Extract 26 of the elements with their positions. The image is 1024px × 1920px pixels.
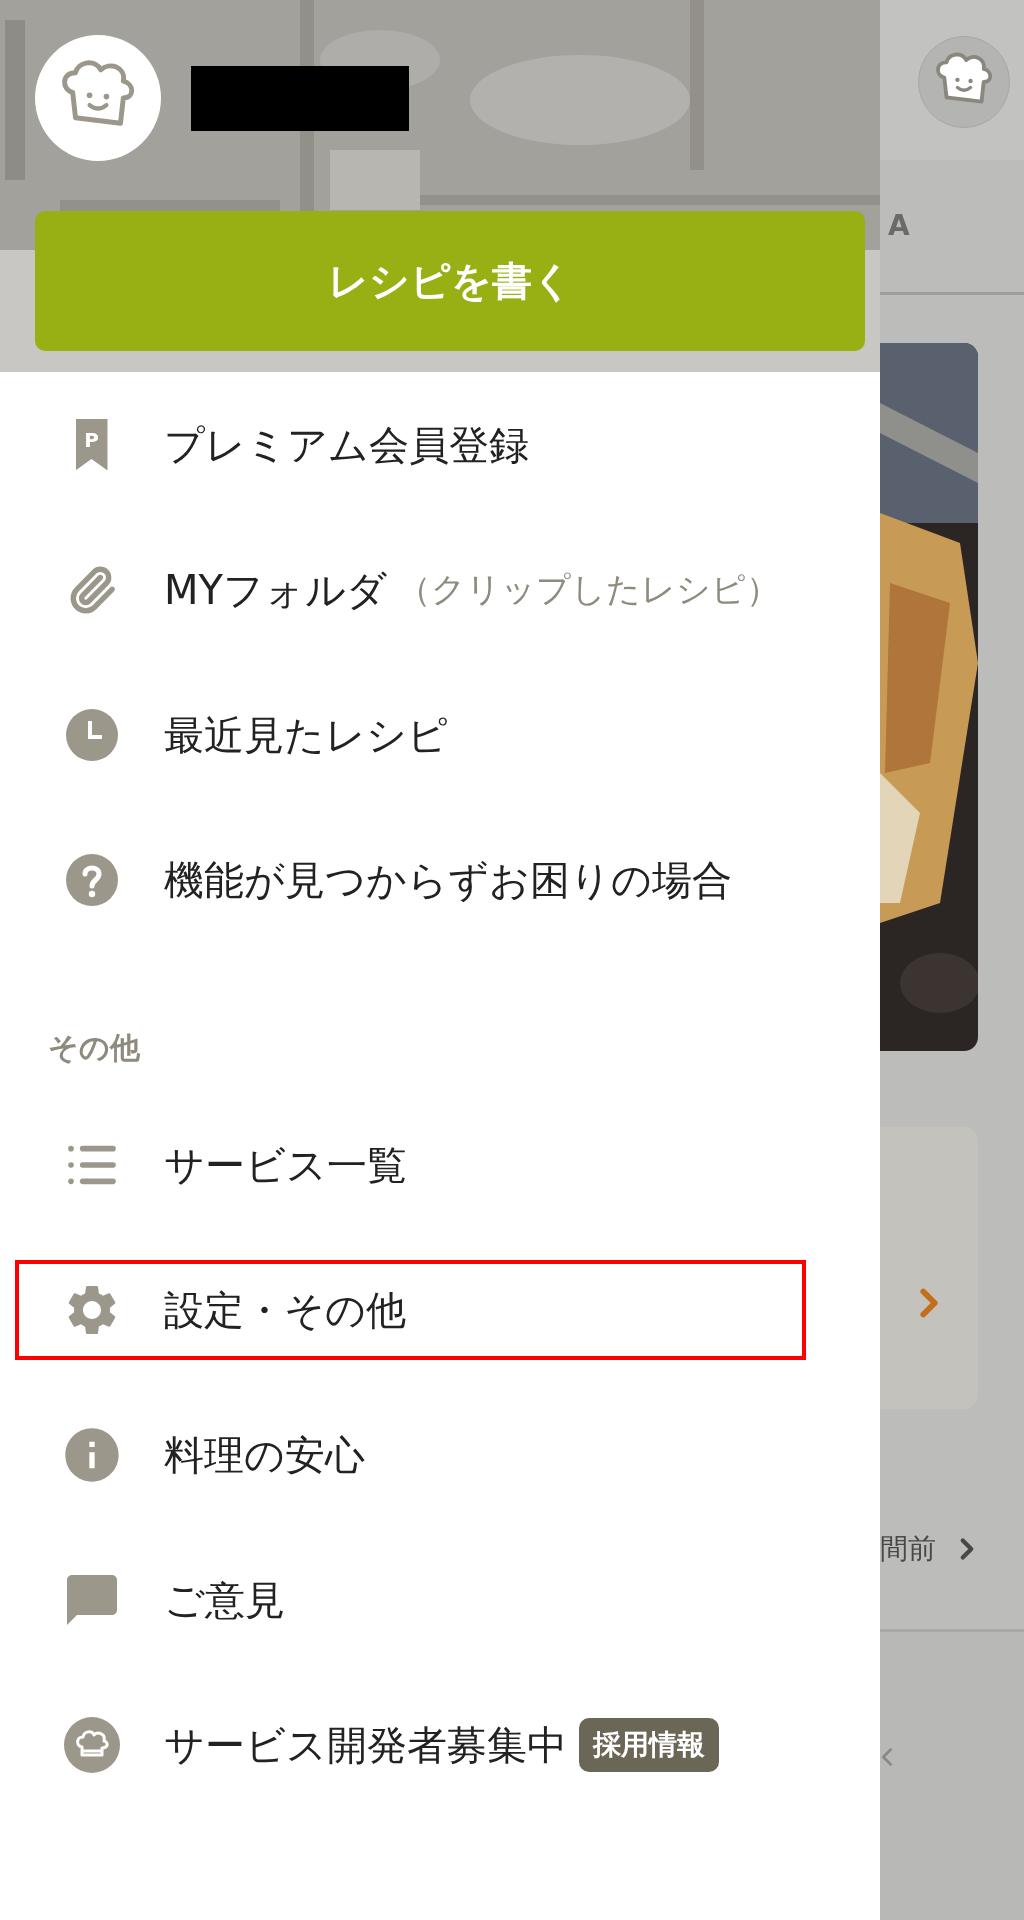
chef-hat-icon bbox=[63, 1716, 120, 1773]
recruit-badge: 採用情報 bbox=[579, 1717, 719, 1772]
menu-label: サービス一覧 bbox=[164, 1140, 407, 1190]
menu-item[interactable]: ご意見 bbox=[15, 1549, 806, 1650]
bookmark-icon: P bbox=[75, 418, 108, 471]
menu-item[interactable]: 設定・その他 bbox=[15, 1259, 806, 1360]
menu-item[interactable]: サービス一覧 bbox=[15, 1114, 806, 1215]
menu-label: プレミアム会員登録 bbox=[164, 420, 529, 470]
menu-label: 最近見たレシピ bbox=[164, 710, 448, 760]
help-icon bbox=[65, 853, 118, 906]
menu-item[interactable]: 最近見たレシピ bbox=[15, 684, 806, 785]
menu-item[interactable]: MYフォルダ （クリップしたレシピ） bbox=[15, 539, 806, 640]
menu-label: 料理の安心 bbox=[164, 1430, 365, 1480]
menu-label: ご意見 bbox=[164, 1575, 285, 1625]
clock-icon bbox=[65, 708, 118, 761]
menu-item[interactable]: P プレミアム会員登録 bbox=[15, 394, 806, 495]
menu-item[interactable]: 機能が見つからずお困りの場合 bbox=[15, 829, 806, 930]
menu-label: 設定・その他 bbox=[164, 1285, 406, 1335]
section-label: その他 bbox=[48, 1029, 140, 1067]
menu-item[interactable]: サービス開発者募集中 採用情報 bbox=[15, 1694, 806, 1795]
menu-note: （クリップしたレシピ） bbox=[396, 568, 780, 611]
menu-label: MYフォルダ bbox=[164, 565, 387, 615]
menu-label: 機能が見つからずお困りの場合 bbox=[164, 855, 732, 905]
time-text: 間前 bbox=[880, 1531, 936, 1567]
menu-label: サービス開発者募集中 bbox=[164, 1720, 567, 1770]
menu-item[interactable]: 料理の安心 bbox=[15, 1404, 806, 1505]
